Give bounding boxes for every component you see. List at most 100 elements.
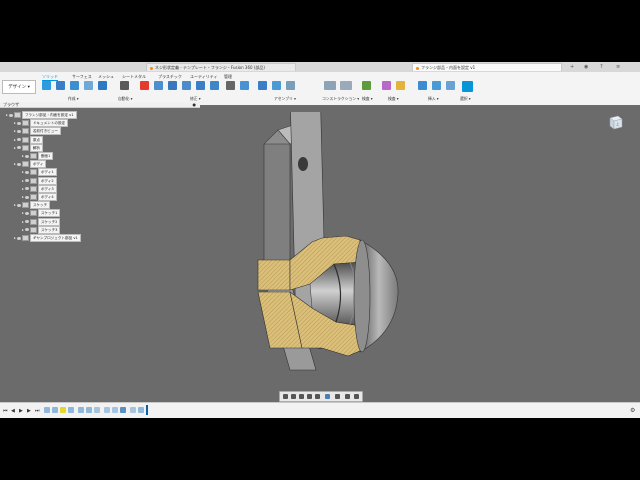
timeline-feature-pattern[interactable] (130, 407, 136, 413)
timeline-feature-sketch[interactable] (52, 407, 58, 413)
browser-node[interactable]: ▸ スケッチ3 (22, 225, 61, 234)
group-select[interactable]: 選択 ▾ (460, 96, 471, 102)
section-view-model[interactable] (250, 112, 410, 382)
browser-node[interactable]: ▸ スケッチ (14, 201, 51, 210)
expand-arrow-icon[interactable]: ▸ (22, 195, 24, 199)
fillet-icon[interactable] (168, 81, 177, 90)
chamfer-icon[interactable] (182, 81, 191, 90)
browser-node[interactable]: ▸ ドキュメントの設定 (14, 119, 69, 128)
browser-header[interactable]: ブラウザ ● (0, 102, 200, 108)
menu-icon[interactable]: ≡ (616, 63, 620, 71)
timeline-feature-extrude[interactable] (86, 407, 92, 413)
browser-node[interactable]: ▸ スケッチ2 (22, 217, 61, 226)
timeline-marker[interactable] (146, 405, 148, 415)
browser-node[interactable]: ▸ 解析 (14, 143, 43, 152)
group-construct[interactable]: コンストラクション ▾ (322, 96, 359, 102)
press-pull-icon[interactable] (154, 81, 163, 90)
expand-arrow-icon[interactable]: ▸ (14, 203, 16, 207)
new-tab-button[interactable]: + (570, 63, 574, 71)
orbit-icon[interactable] (283, 394, 288, 399)
group-assemble[interactable]: アセンブリ ▾ (274, 96, 296, 102)
visibility-icon[interactable] (24, 228, 29, 232)
visibility-icon[interactable] (8, 113, 13, 117)
expand-arrow-icon[interactable]: ▸ (22, 154, 24, 158)
interference-icon[interactable] (382, 81, 391, 90)
move-icon[interactable] (226, 81, 235, 90)
timeline-feature-combine[interactable] (112, 407, 118, 413)
delete-icon[interactable] (140, 81, 149, 90)
display-settings-icon[interactable] (325, 394, 330, 399)
environment-icon[interactable] (354, 394, 359, 399)
pin-icon[interactable]: ● (193, 102, 197, 108)
timeline-feature-thread[interactable] (138, 407, 144, 413)
as-built-joint-icon[interactable] (272, 81, 281, 90)
visibility-icon[interactable] (24, 154, 29, 158)
go-to-start-icon[interactable]: ⏮ (3, 408, 8, 414)
expand-arrow-icon[interactable]: ▸ (14, 138, 16, 142)
visibility-icon[interactable] (24, 211, 29, 215)
measure-icon[interactable] (362, 81, 371, 90)
box-icon[interactable] (98, 81, 107, 90)
timeline-feature-hole[interactable] (120, 407, 126, 413)
visibility-icon[interactable] (16, 146, 21, 150)
look-at-icon[interactable] (291, 394, 296, 399)
visibility-icon[interactable] (24, 170, 29, 174)
timeline-feature-extrude[interactable] (60, 407, 66, 413)
viewcube[interactable]: 上 (608, 114, 624, 130)
browser-node[interactable]: ▸ ボディ1 (22, 168, 57, 177)
browser-node[interactable]: ▸ ボディ2 (22, 176, 57, 185)
timeline-feature-fillet[interactable] (94, 407, 100, 413)
insert-derive-icon[interactable] (418, 81, 427, 90)
document-tab-2[interactable]: フランジ部品・内面を設定 v1 (412, 63, 562, 71)
pan-icon[interactable] (299, 394, 304, 399)
timeline-settings-icon[interactable]: ⚙ (630, 407, 635, 414)
group-insert-tools[interactable]: 検査 ▾ (388, 96, 399, 102)
section-analysis-icon[interactable] (396, 81, 405, 90)
browser-node[interactable]: ▸ スケッチ1 (22, 209, 61, 218)
document-tab-1[interactable]: ネジ形状定義 - テンプレート・フランジ・Fusion 360 (部品) (146, 63, 296, 71)
expand-arrow-icon[interactable]: ▸ (22, 170, 24, 174)
ribbon-tab-solid[interactable]: ソリッド (42, 74, 58, 81)
expand-arrow-icon[interactable]: ▸ (22, 220, 24, 224)
browser-node[interactable]: ▸ 断面1 (22, 152, 54, 160)
timeline-feature-revolve[interactable] (68, 407, 74, 413)
step-back-icon[interactable]: ◀ (11, 408, 15, 414)
revolve-icon[interactable] (84, 81, 93, 90)
expand-arrow-icon[interactable]: ▸ (14, 129, 16, 133)
workspace-switcher[interactable]: デザイン ▾ (2, 80, 36, 94)
visibility-icon[interactable] (24, 187, 29, 191)
ribbon-tab-sheetmetal[interactable]: シートメタル (122, 74, 146, 80)
browser-node[interactable]: ▸ 名前付きビュー (14, 127, 61, 136)
step-forward-icon[interactable]: ▶ (27, 408, 31, 414)
browser-node[interactable]: ▸ フランジ部品・内面を設定 v1 (6, 111, 77, 119)
timeline-feature-sketch[interactable] (44, 407, 50, 413)
expand-arrow-icon[interactable]: ▸ (22, 179, 24, 183)
automate-icon[interactable] (120, 81, 129, 90)
new-component-icon[interactable] (42, 81, 51, 90)
expand-arrow-icon[interactable]: ▸ (6, 113, 8, 117)
joint-origin-icon[interactable] (286, 81, 295, 90)
fit-icon[interactable] (315, 394, 320, 399)
browser-node[interactable]: ▸ ボディ3 (22, 184, 57, 193)
offset-plane-icon[interactable] (324, 81, 336, 90)
visibility-icon[interactable] (16, 203, 21, 207)
select-icon[interactable] (462, 81, 473, 92)
timeline-feature-sketch[interactable] (78, 407, 84, 413)
ribbon-tab-utility[interactable]: ユーティリティ (190, 74, 218, 80)
insert-mesh-icon[interactable] (432, 81, 441, 90)
go-to-end-icon[interactable]: ⏭ (35, 408, 40, 414)
expand-arrow-icon[interactable]: ▸ (22, 187, 24, 191)
ribbon-tab-mesh[interactable]: メッシュ (98, 74, 114, 80)
ribbon-tab-surface[interactable]: サーフェス (72, 74, 92, 80)
insert-canvas-icon[interactable] (446, 81, 455, 90)
expand-arrow-icon[interactable]: ▸ (14, 162, 16, 166)
browser-node[interactable]: ▸ ギヤンプロジェクト部品 v1 (14, 234, 81, 242)
zoom-icon[interactable] (307, 394, 312, 399)
viewports-icon[interactable] (345, 394, 350, 399)
visibility-icon[interactable] (16, 162, 21, 166)
visibility-icon[interactable] (16, 129, 21, 133)
group-insert[interactable]: 挿入 ▾ (428, 96, 439, 102)
help-icon[interactable]: ? (600, 63, 603, 71)
create-sketch-icon[interactable] (56, 81, 65, 90)
visibility-icon[interactable] (24, 195, 29, 199)
